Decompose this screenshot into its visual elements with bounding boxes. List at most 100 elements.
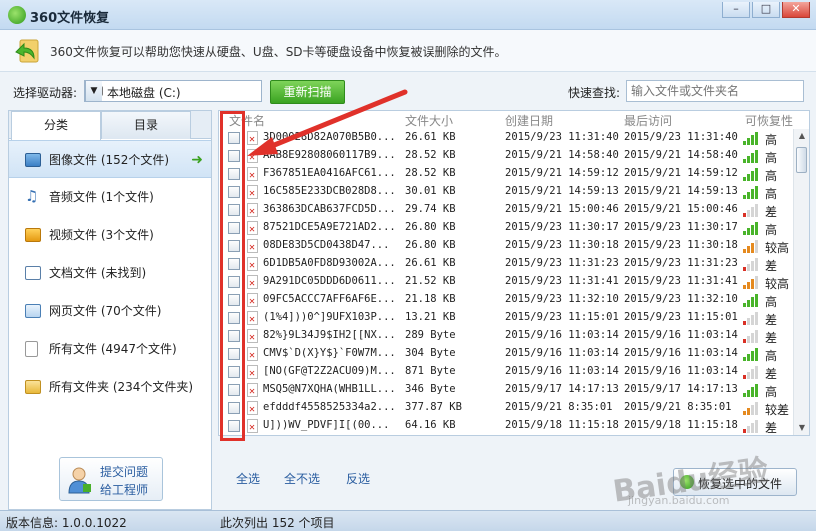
scroll-down-icon[interactable]: ▼	[794, 421, 809, 435]
cell-size: 26.61 KB	[405, 257, 456, 269]
status-bar: 版本信息: 1.0.0.1022 此次列出 152 个项目	[0, 510, 816, 531]
deleted-file-icon	[247, 347, 258, 362]
quick-search-input[interactable]	[626, 80, 804, 102]
cell-accessed: 2015/9/23 11:32:10	[624, 293, 738, 305]
cell-recoverability: 较高	[765, 241, 790, 255]
category-item-image[interactable]: 图像文件 (152个文件) ➜	[9, 140, 211, 178]
deleted-file-icon	[247, 203, 258, 218]
minimize-button[interactable]: –	[722, 2, 750, 18]
cell-name: 87521DCE5A9E721AD2...	[263, 221, 396, 233]
cell-recoverability: 高	[765, 151, 778, 165]
table-row[interactable]: 09FC5ACCC7AFF6AF6E... 21.18 KB 2015/9/23 1…	[219, 291, 793, 309]
cell-size: 346 Byte	[405, 383, 456, 395]
cell-created: 2015/9/21 14:59:13	[505, 185, 619, 197]
close-button[interactable]: ✕	[782, 2, 810, 18]
cell-recoverability: 高	[765, 133, 778, 147]
table-row[interactable]: [NO(GF@T2Z2ACU09)M... 871 Byte 2015/9/16 1…	[219, 363, 793, 381]
tab-directory[interactable]: 目录	[101, 111, 191, 139]
cell-size: 28.52 KB	[405, 167, 456, 179]
cell-recoverability: 高	[765, 223, 778, 237]
category-item-all-folders[interactable]: 所有文件夹 (234个文件夹)	[9, 368, 211, 406]
deleted-file-icon	[247, 329, 258, 344]
report-issue-button[interactable]: 提交问题 给工程师	[59, 457, 163, 501]
drive-select[interactable]: 本地磁盘 (C:) ▼	[84, 80, 262, 102]
cell-recoverability: 较高	[765, 277, 790, 291]
cell-accessed: 2015/9/21 15:00:46	[624, 203, 738, 215]
column-recoverability[interactable]: 可恢复性	[745, 112, 793, 129]
cell-created: 2015/9/23 11:31:40	[505, 131, 619, 143]
annotation-highlight-box	[220, 111, 245, 441]
category-item-document[interactable]: 文档文件 (未找到)	[9, 254, 211, 292]
cell-created: 2015/9/23 11:30:18	[505, 239, 619, 251]
cell-accessed: 2015/9/21 14:59:13	[624, 185, 738, 197]
rescan-button[interactable]: 重新扫描	[270, 80, 345, 104]
select-none-link[interactable]: 全不选	[284, 470, 320, 487]
video-icon	[25, 228, 41, 242]
cell-created: 2015/9/16 11:03:14	[505, 365, 619, 377]
drive-label: 选择驱动器:	[13, 86, 78, 100]
table-row[interactable]: U]))WV_PDVF]I[(00... 64.16 KB 2015/9/18 11…	[219, 417, 793, 435]
table-row[interactable]: 9A291DC05DDD6D0611... 21.52 KB 2015/9/23 1…	[219, 273, 793, 291]
cell-created: 2015/9/23 11:15:01	[505, 311, 619, 323]
select-all-link[interactable]: 全选	[236, 470, 260, 487]
deleted-file-icon	[247, 257, 258, 272]
info-banner: 360文件恢复可以帮助您快速从硬盘、U盘、SD卡等硬盘设备中恢复被误删除的文件。	[0, 30, 816, 72]
cell-recoverability: 高	[765, 295, 778, 309]
table-row[interactable]: (1%4]))0^]9UFX103P... 13.21 KB 2015/9/23 1…	[219, 309, 793, 327]
table-row[interactable]: CMV$`D(X}Y$}`F0W7M... 304 Byte 2015/9/16 1…	[219, 345, 793, 363]
column-accessed[interactable]: 最后访问	[624, 112, 672, 129]
scroll-thumb[interactable]	[796, 147, 807, 173]
column-created[interactable]: 创建日期	[505, 112, 553, 129]
file-rows: 3D00028D82A070B5B0... 26.61 KB 2015/9/23 1…	[219, 129, 793, 435]
table-row[interactable]: MSQ5@N7XQHA(WHB1LL... 346 Byte 2015/9/17 1…	[219, 381, 793, 399]
cell-created: 2015/9/21 15:00:46	[505, 203, 619, 215]
cell-created: 2015/9/23 11:32:10	[505, 293, 619, 305]
table-row[interactable]: 16C585E233DCB028D8... 30.01 KB 2015/9/21 1…	[219, 183, 793, 201]
category-label: 音频文件 (1个文件)	[49, 190, 154, 204]
signal-bars-icon	[743, 348, 759, 361]
table-row[interactable]: F367851EA0416AFC61... 28.52 KB 2015/9/21 1…	[219, 165, 793, 183]
signal-bars-icon	[743, 366, 759, 379]
category-label: 视频文件 (3个文件)	[49, 228, 154, 242]
vertical-scrollbar[interactable]: ▲ ▼	[793, 129, 809, 435]
table-row[interactable]: efdddf4558525334a2... 377.87 KB 2015/9/21 …	[219, 399, 793, 417]
deleted-file-icon	[247, 419, 258, 434]
signal-bars-icon	[743, 168, 759, 181]
quick-search-label: 快速查找:	[568, 86, 621, 100]
table-row[interactable]: AAB8E92808060117B9... 28.52 KB 2015/9/21 1…	[219, 147, 793, 165]
table-row[interactable]: 3D00028D82A070B5B0... 26.61 KB 2015/9/23 1…	[219, 129, 793, 147]
cell-size: 26.80 KB	[405, 221, 456, 233]
category-item-audio[interactable]: ♫ 音频文件 (1个文件)	[9, 178, 211, 216]
table-row[interactable]: 363863DCAB637FCD5D... 29.74 KB 2015/9/21 1…	[219, 201, 793, 219]
category-item-all-files[interactable]: 所有文件 (4947个文件)	[9, 330, 211, 368]
maximize-button[interactable]: □	[752, 2, 780, 18]
category-item-video[interactable]: 视频文件 (3个文件)	[9, 216, 211, 254]
table-row[interactable]: 6D1DB5A0FD8D93002A... 26.61 KB 2015/9/23 1…	[219, 255, 793, 273]
column-size[interactable]: 文件大小	[405, 112, 453, 129]
cell-accessed: 2015/9/17 14:17:13	[624, 383, 738, 395]
cell-created: 2015/9/16 11:03:14	[505, 329, 619, 341]
table-row[interactable]: 08DE83D5CD0438D47... 26.80 KB 2015/9/23 11…	[219, 237, 793, 255]
deleted-file-icon	[247, 221, 258, 236]
cell-recoverability: 高	[765, 385, 778, 399]
report-line2: 给工程师	[100, 483, 149, 497]
version-info: 版本信息: 1.0.0.1022	[6, 516, 127, 530]
tab-category[interactable]: 分类	[11, 111, 101, 140]
table-row[interactable]: 82%}9L34J9$IH2[[NX... 289 Byte 2015/9/16 1…	[219, 327, 793, 345]
webpage-icon	[25, 304, 41, 318]
title-bar: 360文件恢复 – □ ✕	[0, 0, 816, 30]
cell-size: 871 Byte	[405, 365, 456, 377]
invert-selection-link[interactable]: 反选	[346, 470, 370, 487]
cell-recoverability: 差	[765, 259, 778, 273]
cell-recoverability: 差	[765, 367, 778, 381]
table-row[interactable]: 87521DCE5A9E721AD2... 26.80 KB 2015/9/23 1…	[219, 219, 793, 237]
signal-bars-icon	[743, 276, 759, 289]
app-logo-icon	[8, 6, 26, 24]
category-item-webpage[interactable]: 网页文件 (70个文件)	[9, 292, 211, 330]
signal-bars-icon	[743, 150, 759, 163]
cell-size: 21.52 KB	[405, 275, 456, 287]
cell-created: 2015/9/16 11:03:14	[505, 347, 619, 359]
cell-recoverability: 差	[765, 205, 778, 219]
recover-arrow-icon	[15, 39, 39, 63]
scroll-up-icon[interactable]: ▲	[794, 129, 809, 143]
